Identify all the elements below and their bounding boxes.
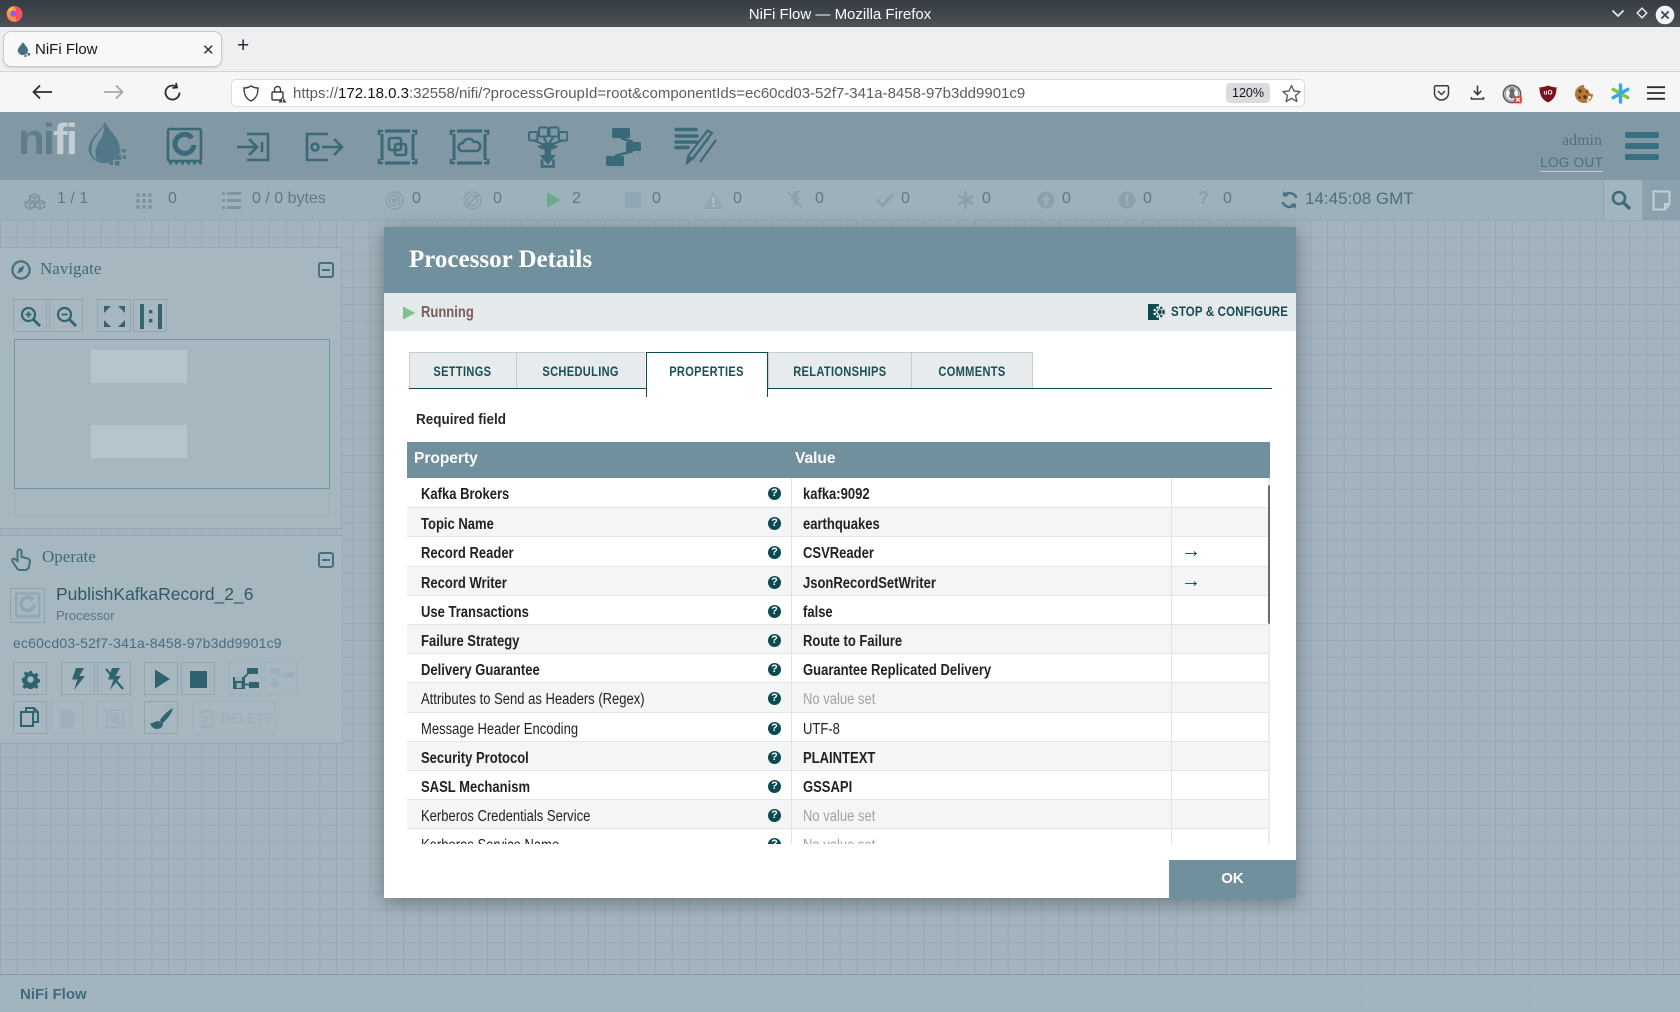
svg-text:uO: uO [1543,90,1552,97]
